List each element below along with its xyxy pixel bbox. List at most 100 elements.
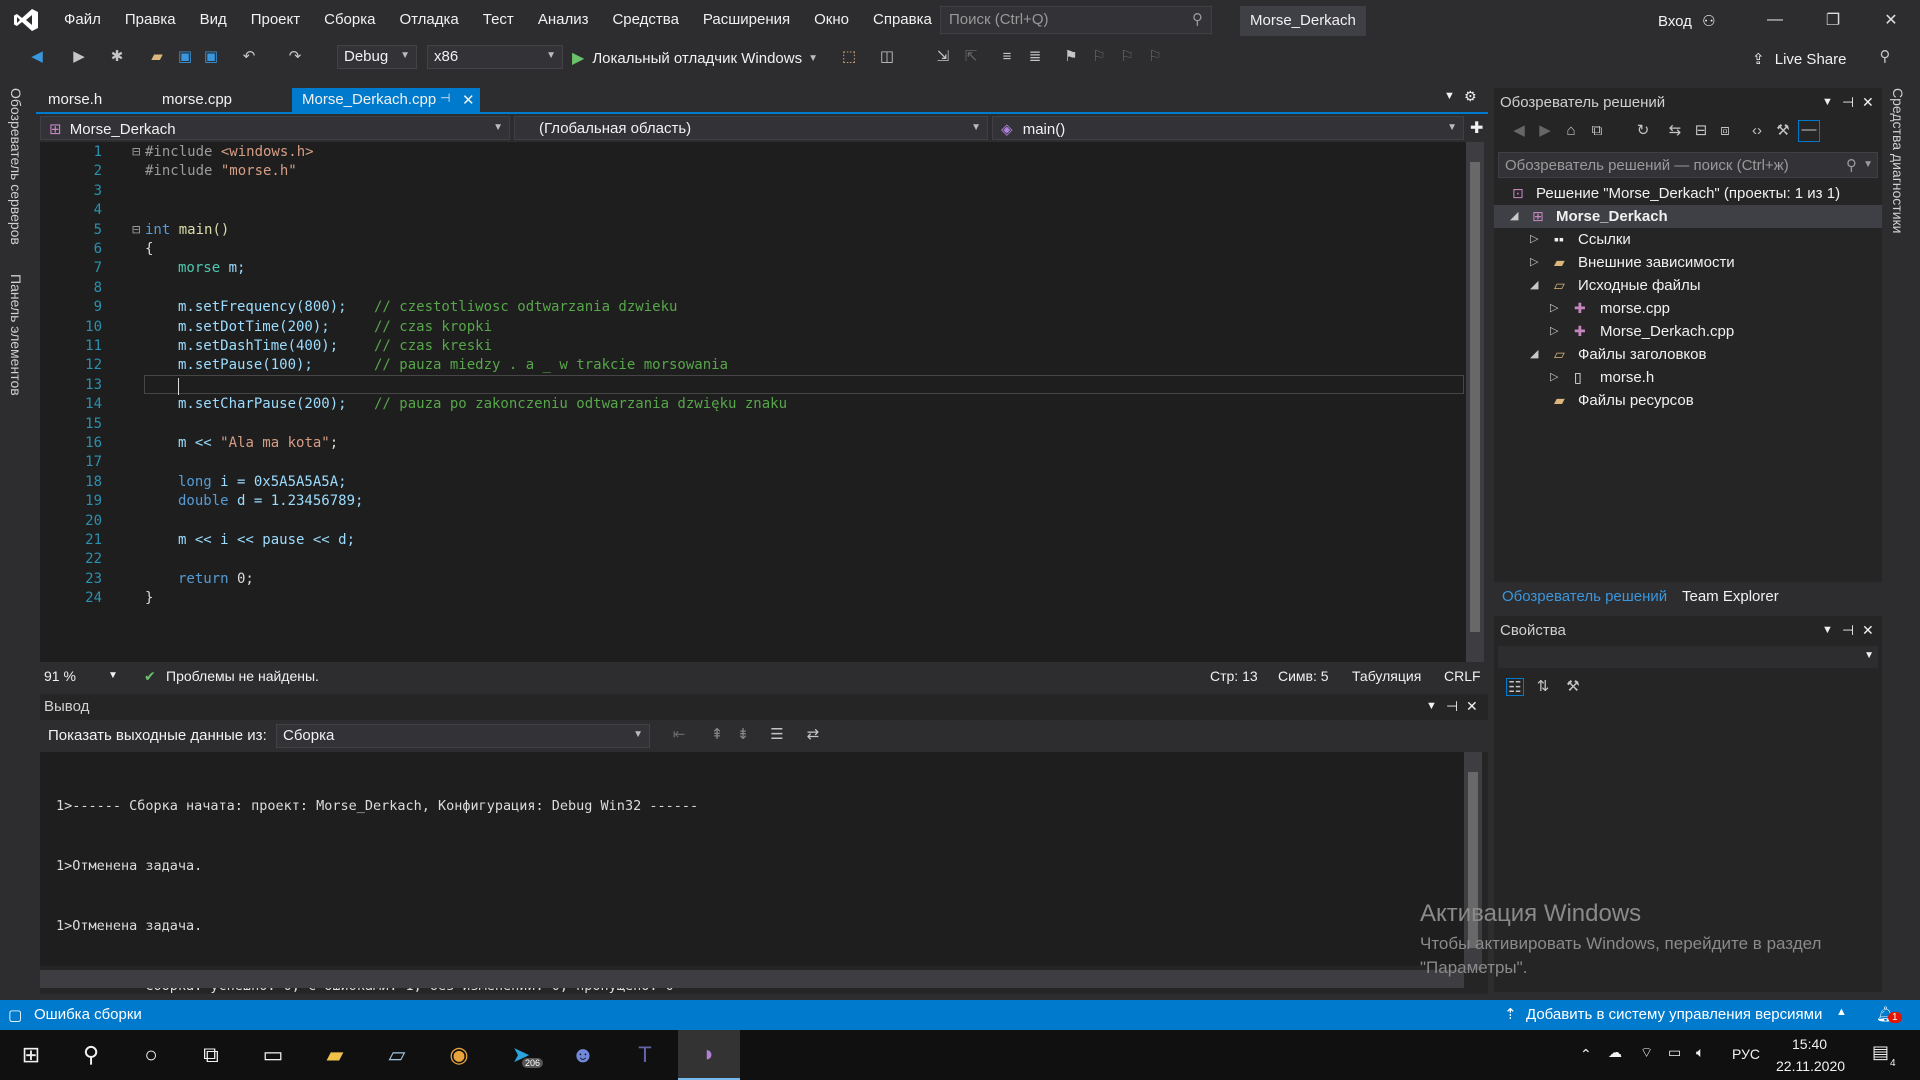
clear-all-icon[interactable]: ☰ bbox=[768, 726, 786, 744]
collapse-all-icon[interactable]: ⊟ bbox=[1692, 122, 1710, 140]
next-bookmark-icon[interactable]: ⚐ bbox=[1118, 48, 1136, 66]
save-all-icon[interactable]: ▣ bbox=[202, 48, 220, 66]
battery-icon[interactable]: ▭ bbox=[1668, 1044, 1681, 1061]
external-deps-node[interactable]: ▷ ▰ Внешние зависимости bbox=[1494, 251, 1882, 274]
expanded-icon[interactable]: ◢ bbox=[1530, 343, 1538, 366]
gear-icon[interactable]: ⚙ bbox=[1464, 88, 1477, 105]
prev-bookmark-icon[interactable]: ⚐ bbox=[1090, 48, 1108, 66]
object-selector-dropdown[interactable]: ▼ bbox=[1498, 646, 1878, 668]
expanded-icon[interactable]: ◢ bbox=[1530, 274, 1538, 297]
collapsed-icon[interactable]: ▷ bbox=[1530, 228, 1538, 251]
solution-node[interactable]: ⊡ Решение "Morse_Derkach" (проекты: 1 из… bbox=[1494, 182, 1882, 205]
references-node[interactable]: ▷ ▪▪ Ссылки bbox=[1494, 228, 1882, 251]
issues-status[interactable]: Проблемы не найдены. bbox=[166, 668, 319, 684]
search-icon[interactable]: ⚲ bbox=[60, 1030, 122, 1080]
restore-icon[interactable]: ❐ bbox=[1804, 0, 1862, 40]
clear-bookmarks-icon[interactable]: ⚐ bbox=[1146, 48, 1164, 66]
menu-build[interactable]: Сборка bbox=[312, 0, 387, 40]
code-editor[interactable]: 1 ⊟ #include <windows.h> 2 #include "morse.… bbox=[40, 142, 1466, 662]
task-view-icon[interactable]: ⧉ bbox=[180, 1030, 242, 1080]
browser-link-icon[interactable]: ⬚ bbox=[840, 48, 858, 66]
switch-views-icon[interactable]: ⧉ bbox=[1588, 122, 1606, 140]
line-position[interactable]: Стр: 13 bbox=[1210, 668, 1258, 684]
sign-in-button[interactable]: Вход ⚇ bbox=[1658, 12, 1716, 30]
sync-icon[interactable]: ⇆ bbox=[1666, 122, 1684, 140]
build-status[interactable]: Ошибка сборки bbox=[34, 1006, 142, 1023]
line-endings[interactable]: CRLF bbox=[1444, 668, 1481, 684]
teams-icon[interactable]: T bbox=[614, 1030, 676, 1080]
expanded-icon[interactable]: ◢ bbox=[1510, 205, 1518, 228]
chevron-down-icon[interactable]: ▼ bbox=[1426, 700, 1437, 712]
editor-vertical-scrollbar[interactable] bbox=[1466, 142, 1484, 662]
back-icon[interactable]: ◀ bbox=[28, 48, 46, 66]
pin-icon[interactable]: ⊣ bbox=[1842, 622, 1854, 639]
toolbox-tab[interactable]: Панель элементов bbox=[8, 274, 24, 396]
file-node[interactable]: ▷ ✚ Morse_Derkach.cpp bbox=[1494, 320, 1882, 343]
undo-icon[interactable]: ↶ bbox=[240, 48, 258, 66]
bookmark-icon[interactable]: ⚑ bbox=[1062, 48, 1080, 66]
terminal-icon[interactable]: ▭ bbox=[242, 1030, 304, 1080]
chevron-up-icon[interactable]: ⌃ bbox=[1580, 1046, 1592, 1063]
menu-tools[interactable]: Средства bbox=[600, 0, 690, 40]
solution-search-input[interactable]: Обозреватель решений — поиск (Ctrl+ж) ⚲ … bbox=[1498, 152, 1878, 178]
project-dropdown[interactable]: ⊞ Morse_Derkach ▼ bbox=[40, 116, 510, 140]
step-icon[interactable]: ⇲ bbox=[934, 48, 952, 66]
uncomment-icon[interactable]: ≣ bbox=[1026, 48, 1044, 66]
server-explorer-tab[interactable]: Обозреватель серверов bbox=[8, 88, 24, 245]
menu-project[interactable]: Проект bbox=[239, 0, 312, 40]
tab-team-explorer[interactable]: Team Explorer bbox=[1682, 588, 1779, 605]
preview-icon[interactable]: — bbox=[1798, 120, 1820, 142]
word-wrap-icon[interactable]: ⇄ bbox=[804, 726, 822, 744]
resource-files-node[interactable]: ▰ Файлы ресурсов bbox=[1494, 389, 1882, 412]
column-position[interactable]: Симв: 5 bbox=[1278, 668, 1329, 684]
cortana-icon[interactable]: ○ bbox=[120, 1030, 182, 1080]
categorized-icon[interactable]: ☷ bbox=[1506, 678, 1524, 696]
pin-icon[interactable]: ⊣ bbox=[440, 91, 450, 105]
back-icon[interactable]: ◀ bbox=[1510, 122, 1528, 140]
collapsed-icon[interactable]: ▷ bbox=[1550, 320, 1558, 343]
collapsed-icon[interactable]: ▷ bbox=[1530, 251, 1538, 274]
find-message-icon[interactable]: ⇤ bbox=[670, 726, 688, 744]
step-over-icon[interactable]: ⇱ bbox=[962, 48, 980, 66]
menu-debug[interactable]: Отладка bbox=[387, 0, 470, 40]
clock-date[interactable]: 22.11.2020 bbox=[1776, 1058, 1845, 1074]
tab-morse-h[interactable]: morse.h bbox=[38, 88, 148, 112]
add-source-control-button[interactable]: Добавить в систему управления версиями bbox=[1526, 1006, 1822, 1023]
menu-analyze[interactable]: Анализ bbox=[526, 0, 601, 40]
tab-morse-derkach-cpp[interactable]: Morse_Derkach.cpp ⊣ ✕ bbox=[292, 88, 480, 112]
onedrive-icon[interactable]: ☁ bbox=[1608, 1044, 1622, 1061]
visual-studio-taskbar-icon[interactable]: ◗ bbox=[678, 1030, 740, 1080]
start-debugging-button[interactable]: ▶ Локальный отладчик Windows ▼ bbox=[572, 46, 818, 70]
visual-studio-logo-icon[interactable] bbox=[0, 0, 52, 40]
redo-icon[interactable]: ↷ bbox=[286, 48, 304, 66]
volume-icon[interactable]: 🔈︎ bbox=[1696, 1044, 1704, 1061]
input-language[interactable]: РУС bbox=[1732, 1046, 1760, 1062]
indent-mode[interactable]: Табуляция bbox=[1352, 668, 1421, 684]
menu-help[interactable]: Справка bbox=[861, 0, 944, 40]
forward-icon[interactable]: ▶ bbox=[1536, 122, 1554, 140]
file-node[interactable]: ▷ ▯ morse.h bbox=[1494, 366, 1882, 389]
scroll-thumb[interactable] bbox=[1470, 162, 1480, 632]
collapse-icon[interactable]: ⊟ bbox=[132, 222, 140, 238]
prev-message-icon[interactable]: ⇞ bbox=[708, 726, 726, 744]
comment-icon[interactable]: ≡ bbox=[998, 48, 1016, 66]
chevron-down-icon[interactable]: ▼ bbox=[1822, 96, 1833, 108]
discord-icon[interactable]: ☻ bbox=[552, 1030, 614, 1080]
platform-dropdown[interactable]: x86 ▼ bbox=[427, 45, 563, 69]
home-icon[interactable]: ⌂ bbox=[1562, 122, 1580, 140]
menu-window[interactable]: Окно bbox=[802, 0, 861, 40]
output-horizontal-scrollbar[interactable] bbox=[40, 970, 1464, 988]
header-files-node[interactable]: ◢ ▱ Файлы заголовков bbox=[1494, 343, 1882, 366]
close-tab-icon[interactable]: ✕ bbox=[462, 91, 475, 109]
screenshot-icon[interactable]: ◫ bbox=[878, 48, 896, 66]
open-folder-icon[interactable]: ▰ bbox=[148, 48, 166, 66]
zoom-dropdown[interactable]: 91 % bbox=[44, 668, 76, 684]
action-center-icon[interactable]: ▤ bbox=[1872, 1042, 1889, 1063]
close-panel-icon[interactable]: ✕ bbox=[1466, 698, 1478, 715]
split-icon[interactable]: ✚ bbox=[1470, 118, 1483, 138]
wifi-icon[interactable]: ⌔ bbox=[1640, 1044, 1653, 1062]
chevron-down-icon[interactable]: ▼ bbox=[108, 670, 118, 681]
alphabetical-icon[interactable]: ⇅ bbox=[1534, 678, 1552, 696]
new-project-icon[interactable]: ✱ bbox=[108, 48, 126, 66]
chevron-down-icon[interactable]: ▼ bbox=[1822, 624, 1833, 636]
